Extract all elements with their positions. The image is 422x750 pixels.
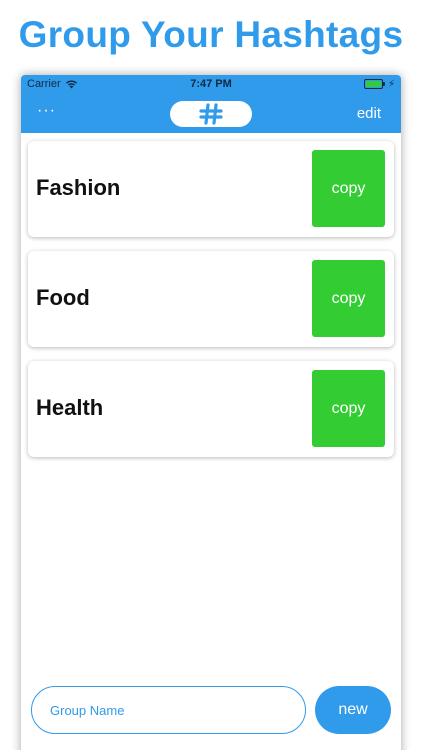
edit-button[interactable]: edit <box>357 105 381 122</box>
group-card-health[interactable]: Health copy <box>28 361 394 457</box>
group-name: Food <box>36 285 90 310</box>
status-time: 7:47 PM <box>190 78 232 90</box>
phone-screen: Carrier 7:47 PM ⚡ ··· edit Fashion copy … <box>21 75 401 750</box>
copy-button[interactable]: copy <box>312 150 385 227</box>
group-name-input[interactable] <box>31 686 306 734</box>
status-bar: Carrier 7:47 PM ⚡ <box>21 75 401 95</box>
group-name: Health <box>36 395 104 420</box>
hashtag-icon <box>199 103 223 125</box>
battery-fill <box>365 81 381 87</box>
app-logo <box>170 101 252 127</box>
status-right: ⚡ <box>363 78 395 90</box>
promo-title: Group Your Hashtags <box>18 14 404 55</box>
nav-bar: ··· edit <box>21 95 401 133</box>
group-card-food[interactable]: Food copy <box>28 251 394 347</box>
more-options-button[interactable]: ··· <box>37 103 61 119</box>
copy-button[interactable]: copy <box>312 370 385 447</box>
group-card-fashion[interactable]: Fashion copy <box>28 141 394 237</box>
copy-button[interactable]: copy <box>312 260 385 337</box>
new-group-button[interactable]: new <box>315 686 391 734</box>
group-name: Fashion <box>36 175 121 200</box>
charging-bolt-icon: ⚡ <box>387 78 395 90</box>
battery-icon <box>363 79 386 90</box>
